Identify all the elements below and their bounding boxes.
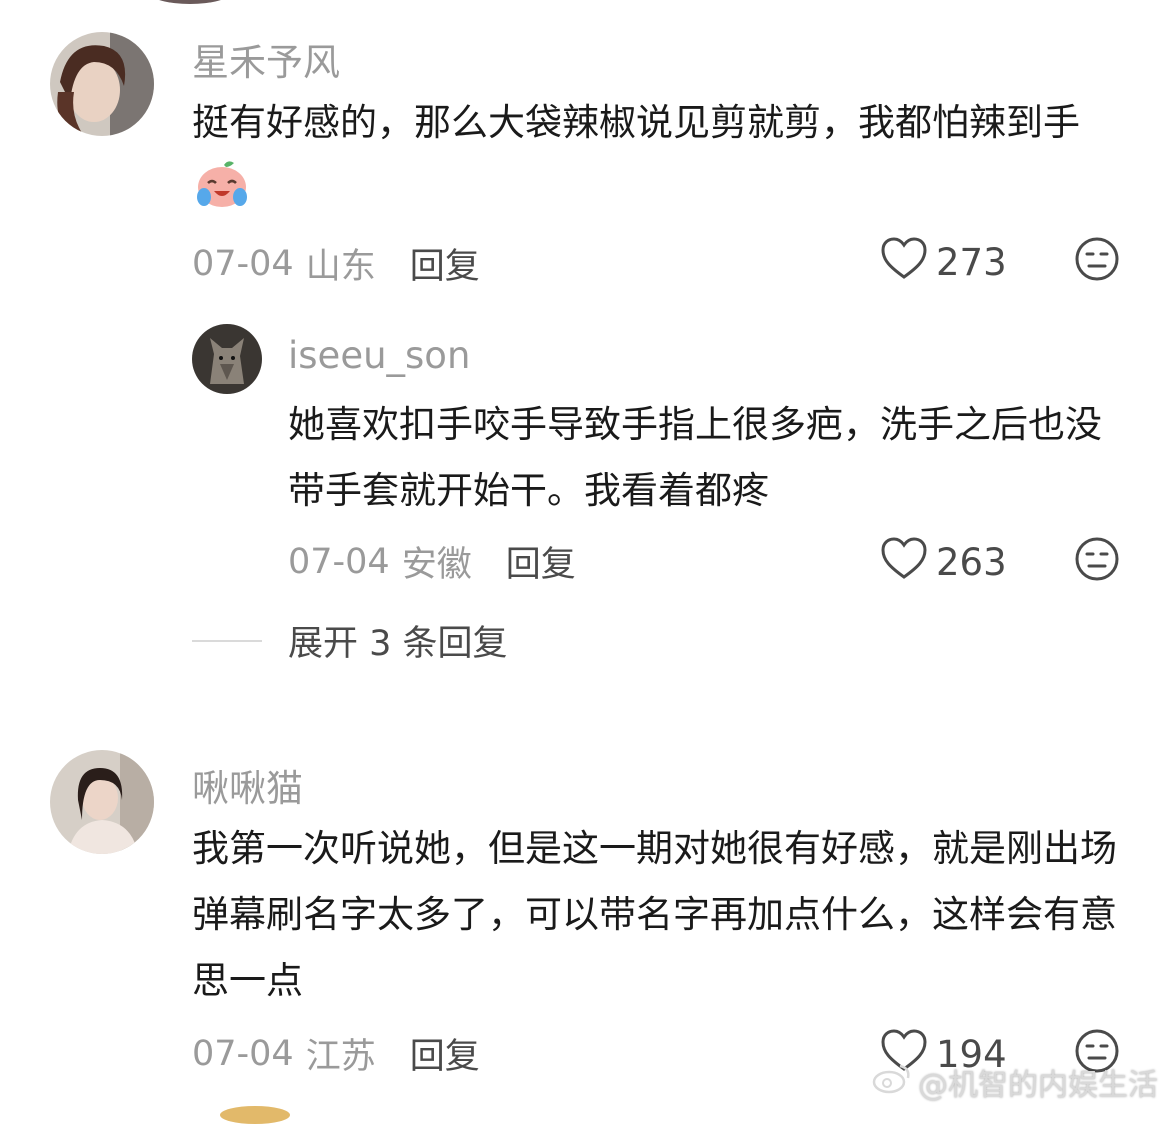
comment-text-body: 挺有好感的，那么大袋辣椒说见剪就剪，我都怕辣到手 bbox=[192, 101, 1080, 144]
watermark-text: @机智的内娱生活 bbox=[918, 1068, 1158, 1103]
comment-text: 我第一次听说她，但是这一期对她很有好感，就是刚出场弹幕刷名字太多了，可以带名字再… bbox=[192, 827, 1117, 1002]
heart-outline-icon bbox=[880, 536, 928, 589]
comment-date: 07-04 bbox=[192, 1033, 294, 1074]
like-button[interactable]: 263 bbox=[880, 536, 1007, 589]
next-avatar-edge bbox=[220, 1106, 290, 1124]
comment-location: 江苏 bbox=[305, 1037, 376, 1077]
comment-location: 山东 bbox=[305, 247, 376, 287]
comment-item: 啾啾猫 我第一次听说她，但是这一期对她很有好感，就是刚出场弹幕刷名字太多了，可以… bbox=[0, 720, 1170, 1100]
reply-button[interactable]: 回复 bbox=[506, 536, 576, 587]
like-count: 273 bbox=[936, 241, 1007, 284]
comment-item: 星禾予风 挺有好感的，那么大袋辣椒说见剪就剪，我都怕辣到手 07-04 山东 回… bbox=[0, 0, 1170, 290]
comment-date: 07-04 bbox=[192, 243, 294, 284]
comment-location: 安徽 bbox=[401, 545, 472, 585]
divider bbox=[192, 639, 262, 642]
comment-date: 07-04 bbox=[288, 541, 390, 582]
comment-text: 她喜欢扣手咬手导致手指上很多疤，洗手之后也没带手套就开始干。我看着都疼 bbox=[288, 403, 1102, 512]
dislike-button[interactable] bbox=[1074, 236, 1120, 282]
comment-meta: 07-04 安徽 回复 bbox=[288, 536, 576, 587]
weibo-icon bbox=[872, 1062, 912, 1102]
avatar[interactable] bbox=[50, 750, 154, 854]
avatar[interactable] bbox=[50, 32, 154, 136]
username[interactable]: 啾啾猫 bbox=[192, 758, 303, 812]
username[interactable]: 星禾予风 bbox=[192, 32, 340, 86]
comment-text: 挺有好感的，那么大袋辣椒说见剪就剪，我都怕辣到手 bbox=[192, 90, 1122, 230]
like-count: 263 bbox=[936, 541, 1007, 584]
expand-replies-button[interactable]: 展开 3 条回复 bbox=[192, 615, 508, 666]
watermark: @机智的内娱生活 bbox=[872, 1060, 1158, 1104]
expand-replies-label: 展开 3 条回复 bbox=[288, 624, 508, 664]
like-button[interactable]: 273 bbox=[880, 236, 1007, 289]
username[interactable]: iseeu_son bbox=[288, 334, 470, 377]
meh-face-icon bbox=[1075, 537, 1119, 581]
reply-button[interactable]: 回复 bbox=[410, 1028, 480, 1079]
comment-meta: 07-04 江苏 回复 bbox=[192, 1028, 480, 1079]
reply-button[interactable]: 回复 bbox=[410, 238, 480, 289]
crying-laughing-emoji-icon bbox=[194, 159, 250, 230]
meh-face-icon bbox=[1075, 237, 1119, 281]
heart-outline-icon bbox=[880, 236, 928, 289]
wolf-avatar[interactable] bbox=[192, 324, 262, 394]
dislike-button[interactable] bbox=[1074, 536, 1120, 582]
comment-meta: 07-04 山东 回复 bbox=[192, 238, 480, 289]
reply-comment-item: iseeu_son 她喜欢扣手咬手导致手指上很多疤，洗手之后也没带手套就开始干。… bbox=[0, 300, 1170, 600]
